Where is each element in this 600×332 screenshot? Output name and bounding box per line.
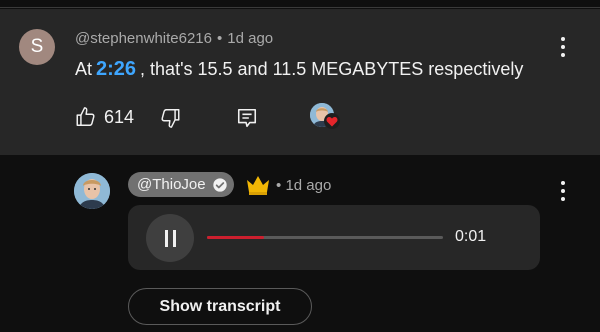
voice-reply-player: 0:01 [128,205,540,270]
audio-elapsed-time: 0:01 [455,228,487,245]
like-count: 614 [104,106,135,127]
audio-progress-fill [207,236,264,239]
reply-author: @ThioJoe [137,176,206,193]
meta-separator: • [276,177,282,194]
verified-check-icon [212,177,227,192]
top-divider [0,0,600,8]
more-vert-icon[interactable] [560,37,566,57]
comment-text-before: At [75,59,93,79]
comment-time[interactable]: 1d ago [227,30,273,47]
pause-icon[interactable] [146,214,194,262]
reply-icon [237,108,257,128]
comment-author[interactable]: @stephenwhite6216 [75,30,212,47]
creator-heart [310,103,340,133]
reply-time[interactable]: 1d ago [285,177,331,194]
dislike-button[interactable] [159,107,182,134]
comment-text-after: , that's 15.5 and 11.5 MEGABYTES respect… [140,59,524,79]
reply-button[interactable] [236,107,258,134]
comment-header: @stephenwhite6216 • 1d ago [75,30,273,47]
audio-progress-track[interactable] [207,236,443,239]
timestamp-link[interactable]: 2:26 [96,58,136,80]
crown-icon [247,176,269,195]
reply-meta: • 1d ago [276,177,331,194]
avatar[interactable]: S [19,29,55,65]
creator-heart-icon [324,113,340,129]
like-button[interactable]: 614 [74,106,134,128]
thumbs-down-icon [161,109,180,128]
avatar-letter: S [30,36,44,57]
comment-body: At 2:26, that's 15.5 and 11.5 MEGABYTES r… [75,58,523,81]
show-transcript-button[interactable]: Show transcript [128,288,312,325]
more-vert-icon[interactable] [560,181,566,201]
avatar[interactable] [74,173,110,209]
creator-name-chip[interactable]: @ThioJoe [128,172,234,197]
thumbs-up-icon [76,107,95,126]
meta-separator: • [217,30,223,47]
